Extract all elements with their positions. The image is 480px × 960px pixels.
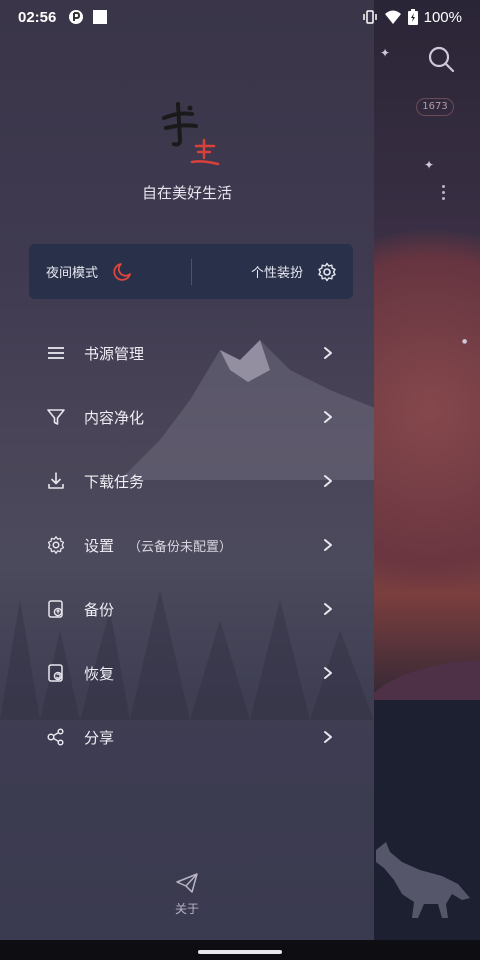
- app-logo: [162, 102, 220, 166]
- download-icon: [48, 472, 64, 489]
- clock: 02:56: [18, 8, 57, 26]
- app-notification-icon: [69, 10, 84, 24]
- gear-icon: [47, 536, 65, 554]
- chevron-right-icon: [324, 731, 332, 743]
- about-label: 关于: [174, 902, 199, 916]
- chevron-right-icon: [324, 347, 332, 359]
- menu-item-source[interactable]: 书源管理: [0, 321, 374, 385]
- paper-plane-icon: [176, 873, 198, 893]
- battery-icon: [407, 9, 418, 25]
- wolf-silhouette: [376, 842, 470, 918]
- star-icon: ●: [462, 338, 468, 345]
- chevron-right-icon: [324, 603, 332, 615]
- menu-label: 备份: [84, 600, 115, 619]
- gear-icon: [318, 262, 336, 281]
- search-icon[interactable]: [426, 44, 456, 74]
- wifi-icon: [384, 10, 401, 24]
- app-slogan: 自在美好生活: [141, 184, 232, 202]
- star-icon: ✦: [380, 46, 391, 60]
- menu-sublabel: （云备份未配置）: [128, 539, 233, 555]
- filter-icon: [47, 409, 65, 425]
- star-icon: ✦: [424, 158, 435, 172]
- night-mode-toggle[interactable]: 夜间模式: [29, 244, 191, 299]
- menu-item-download[interactable]: 下载任务: [0, 449, 374, 513]
- moon-icon: [113, 262, 131, 281]
- battery-percent: 100%: [423, 8, 462, 26]
- about-button[interactable]: 关于: [162, 872, 212, 917]
- menu-item-share[interactable]: 分享: [0, 705, 374, 769]
- menu-label: 下载任务: [84, 472, 145, 491]
- menu-label: 分享: [84, 728, 115, 747]
- menu-item-restore[interactable]: 恢复: [0, 641, 374, 705]
- backup-icon: [48, 600, 63, 618]
- navigation-drawer: 自在美好生活 夜间模式 个性装扮 书源管理 内容净化 下载任务 设置 （云备份未…: [0, 0, 374, 940]
- square-notification-icon: [93, 10, 108, 24]
- night-mode-label: 夜间模式: [46, 266, 99, 281]
- chevron-right-icon: [324, 475, 332, 487]
- chevron-right-icon: [324, 539, 332, 551]
- drawer-menu: 书源管理 内容净化 下载任务 设置 （云备份未配置） 备份 恢复 分享: [0, 321, 374, 769]
- mode-card: 夜间模式 个性装扮: [29, 244, 353, 299]
- home-gesture-pill[interactable]: [198, 950, 282, 954]
- share-icon: [47, 728, 64, 746]
- menu-item-purify[interactable]: 内容净化: [0, 385, 374, 449]
- menu-label: 内容净化: [84, 408, 145, 427]
- chevron-right-icon: [324, 411, 332, 423]
- vibrate-icon: [362, 10, 377, 24]
- more-icon[interactable]: [440, 182, 446, 202]
- list-icon: [48, 347, 64, 359]
- skin-label: 个性装扮: [250, 266, 303, 281]
- skin-button[interactable]: 个性装扮: [192, 244, 353, 299]
- menu-item-settings[interactable]: 设置 （云备份未配置）: [0, 513, 374, 577]
- chevron-right-icon: [324, 667, 332, 679]
- menu-item-backup[interactable]: 备份: [0, 577, 374, 641]
- menu-label: 书源管理: [84, 344, 145, 363]
- menu-label: 恢复: [84, 664, 115, 683]
- count-badge: 1673: [416, 98, 454, 116]
- restore-icon: [48, 664, 63, 682]
- menu-label: 设置: [84, 536, 115, 555]
- status-bar: 02:56 100%: [0, 0, 480, 34]
